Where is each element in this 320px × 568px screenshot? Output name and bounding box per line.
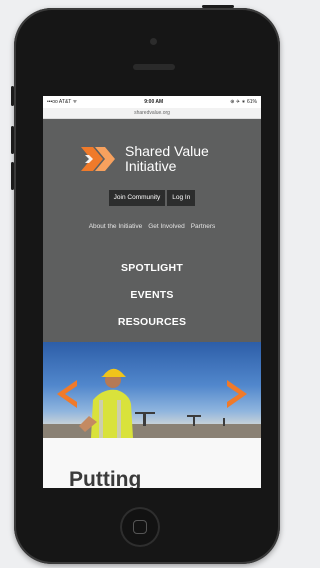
address-bar[interactable]: sharedvalue.org [43, 108, 261, 119]
header-buttons: Join Community Log In [43, 190, 261, 206]
home-square-icon [133, 520, 147, 534]
earpiece-speaker [133, 64, 175, 70]
battery-indicator: ⊕ ✈ ∗ 61% [230, 99, 257, 105]
nav-about-link[interactable]: About the Initiative [89, 223, 142, 230]
status-time: 9:00 AM [144, 99, 164, 105]
mute-switch [11, 86, 14, 106]
nav-get-involved-link[interactable]: Get Involved [148, 223, 185, 230]
front-camera [150, 38, 157, 45]
logo-wordmark[interactable]: Shared Value Initiative [125, 144, 209, 174]
chevron-right-icon[interactable] [227, 380, 247, 408]
nav-partners-link[interactable]: Partners [191, 223, 216, 230]
status-bar: •••oo AT&T ᯤ 9:00 AM ⊕ ✈ ∗ 61% [43, 96, 261, 108]
nav-resources[interactable]: RESOURCES [43, 309, 261, 336]
power-button [202, 5, 234, 8]
home-button-icon[interactable] [120, 507, 160, 547]
main-nav: SPOTLIGHT EVENTS RESOURCES [43, 255, 261, 336]
chevron-left-icon[interactable] [57, 380, 77, 408]
carrier-signal: •••oo AT&T ᯤ [47, 99, 78, 105]
secondary-nav: About the Initiative Get Involved Partne… [43, 223, 261, 230]
logo-line-1: Shared Value [125, 143, 209, 159]
chevron-logo-icon[interactable] [81, 143, 121, 175]
login-button[interactable]: Log In [167, 190, 196, 206]
nav-events[interactable]: EVENTS [43, 282, 261, 309]
volume-down-button [11, 162, 14, 190]
article-section: Putting [43, 438, 261, 488]
join-community-button[interactable]: Join Community [108, 190, 166, 206]
url-text: sharedvalue.org [134, 110, 170, 116]
article-heading: Putting [69, 468, 142, 488]
site-header: Shared Value Initiative Join Community L… [43, 119, 261, 342]
hero-carousel[interactable] [43, 342, 261, 438]
logo-line-2: Initiative [125, 158, 177, 174]
phone-screen: •••oo AT&T ᯤ 9:00 AM ⊕ ✈ ∗ 61% sharedval… [43, 96, 261, 488]
nav-spotlight[interactable]: SPOTLIGHT [43, 255, 261, 282]
volume-up-button [11, 126, 14, 154]
